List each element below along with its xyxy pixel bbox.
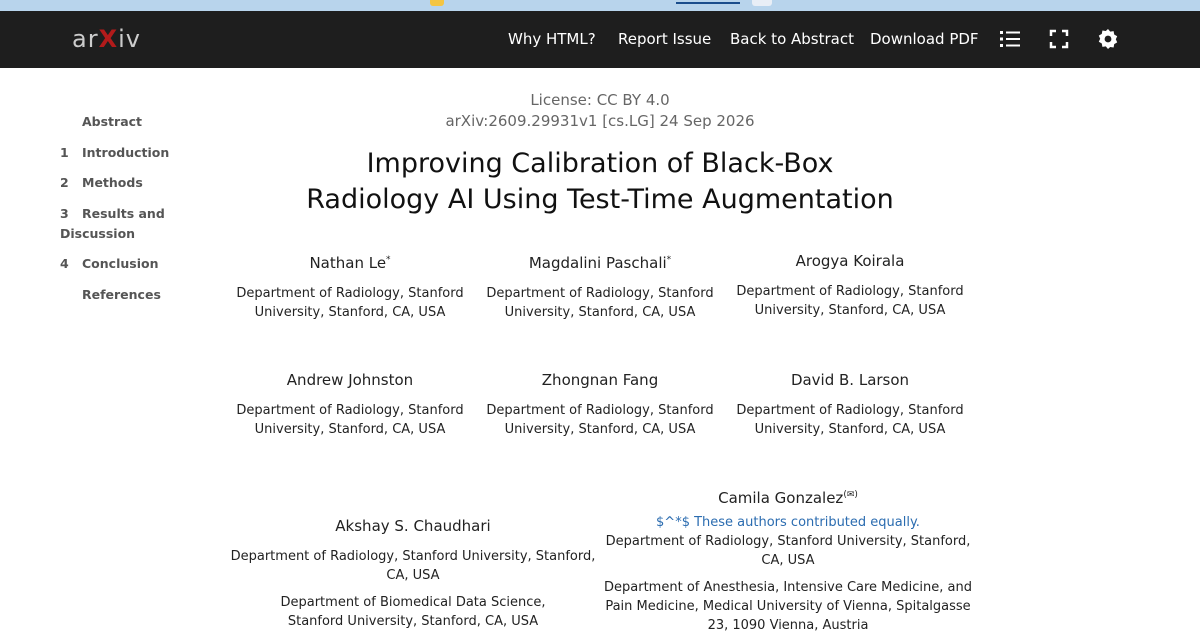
author-name: Camila Gonzalez xyxy=(718,489,844,507)
why-html-link[interactable]: Why HTML? xyxy=(508,30,596,48)
toc-item-references[interactable]: References xyxy=(60,285,210,305)
settings-icon[interactable] xyxy=(1096,27,1120,51)
arxiv-identifier: arXiv:2609.29931v1 [cs.LG] 24 Sep 2026 xyxy=(445,112,755,130)
author-name: Akshay S. Chaudhari xyxy=(335,517,491,535)
paper-title: Improving Calibration of Black-Box Radio… xyxy=(306,148,894,215)
report-issue-link[interactable]: Report Issue xyxy=(618,30,711,48)
author-affiliation: Department of Radiology, Stanford Univer… xyxy=(230,549,596,583)
author-affiliation: Department of Radiology, Stanford Univer… xyxy=(236,286,464,320)
toc-item-abstract[interactable]: Abstract xyxy=(60,112,210,132)
author-affiliation: Department of Radiology, Stanford Univer… xyxy=(605,534,971,568)
author-block: Magdalini Paschali* Department of Radiol… xyxy=(485,254,715,322)
fullscreen-icon[interactable] xyxy=(1047,27,1071,51)
arxiv-logo[interactable]: arXiv xyxy=(72,25,141,53)
list-icon[interactable] xyxy=(998,27,1022,51)
author-block: Arogya Koirala Department of Radiology, … xyxy=(735,252,965,320)
top-navigation: arXiv Why HTML? Report Issue Back to Abs… xyxy=(0,11,1200,68)
back-to-abstract-link[interactable]: Back to Abstract xyxy=(730,30,854,48)
author-block: David B. Larson Department of Radiology,… xyxy=(735,371,965,439)
author-affiliation-secondary: Department of Anesthesia, Intensive Care… xyxy=(604,580,972,633)
author-name: Arogya Koirala xyxy=(795,252,905,270)
author-block: Akshay S. Chaudhari Department of Radiol… xyxy=(228,517,598,631)
author-affiliation: Department of Radiology, Stanford Univer… xyxy=(736,403,964,437)
emoji-icon xyxy=(430,0,444,6)
license-text: License: CC BY 4.0 xyxy=(530,91,670,109)
author-name: Andrew Johnston xyxy=(286,371,414,389)
author-affiliation-secondary: Department of Biomedical Data Science, S… xyxy=(280,595,546,629)
author-block: Zhongnan Fang Department of Radiology, S… xyxy=(485,371,715,439)
toc-item-methods[interactable]: 2 Methods xyxy=(60,173,210,193)
author-name: Magdalini Paschali xyxy=(528,254,667,272)
author-name: Zhongnan Fang xyxy=(541,371,659,389)
author-block: Camila Gonzalez(✉) $^*$ These authors co… xyxy=(603,489,973,635)
toc-item-results-and-discussion[interactable]: 3 Results and Discussion xyxy=(60,204,170,244)
banner-close-button[interactable] xyxy=(752,0,772,6)
author-mark: * xyxy=(666,255,672,265)
banner-link[interactable] xyxy=(676,0,740,4)
author-affiliation: Department of Radiology, Stanford Univer… xyxy=(486,286,714,320)
download-pdf-link[interactable]: Download PDF xyxy=(870,30,979,48)
announcement-banner xyxy=(0,0,1200,11)
author-affiliation: Department of Radiology, Stanford Univer… xyxy=(486,403,714,437)
author-affiliation: Department of Radiology, Stanford Univer… xyxy=(236,403,464,437)
toc-item-conclusion[interactable]: 4 Conclusion xyxy=(60,254,210,274)
author-block: Andrew Johnston Department of Radiology,… xyxy=(235,371,465,439)
corresponding-author-mark: (✉) xyxy=(843,490,858,500)
author-affiliation: Department of Radiology, Stanford Univer… xyxy=(736,284,964,318)
toc-item-introduction[interactable]: 1 Introduction xyxy=(60,143,210,163)
author-block: Nathan Le* Department of Radiology, Stan… xyxy=(235,254,465,322)
author-mark: * xyxy=(386,255,391,265)
author-name: David B. Larson xyxy=(790,371,910,389)
equal-contribution-note: $^*$ These authors contributed equally. xyxy=(656,515,920,530)
author-name: Nathan Le xyxy=(309,254,387,272)
